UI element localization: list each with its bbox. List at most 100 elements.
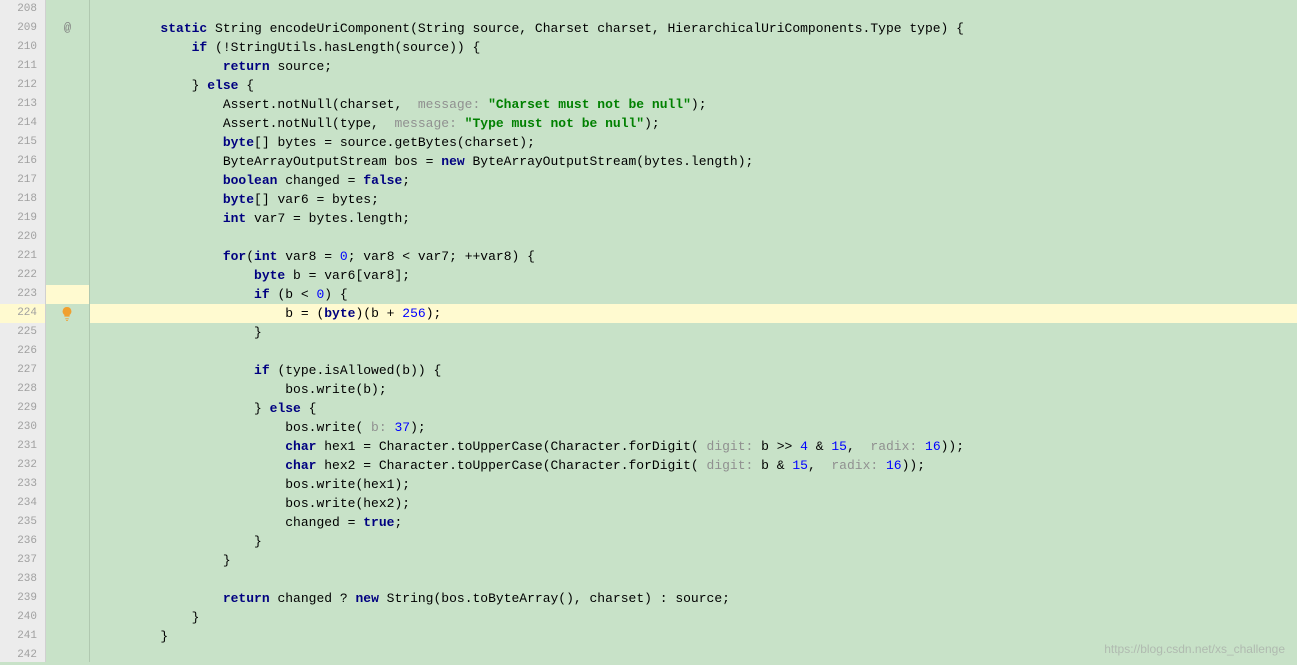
gutter-mark-row xyxy=(46,589,89,608)
gutter-mark-row xyxy=(46,133,89,152)
line-number: 214 xyxy=(0,114,45,133)
code-line[interactable]: static String encodeUriComponent(String … xyxy=(90,19,1297,38)
code-line[interactable]: bos.write( b: 37); xyxy=(90,418,1297,437)
code-token: digit: xyxy=(699,458,761,473)
override-icon[interactable]: @ xyxy=(64,21,71,35)
line-number: 218 xyxy=(0,190,45,209)
code-line[interactable]: bos.write(hex1); xyxy=(90,475,1297,494)
code-line[interactable]: boolean changed = false; xyxy=(90,171,1297,190)
code-token: ; var8 < var7; ++var8) { xyxy=(348,249,535,264)
code-line[interactable]: if (type.isAllowed(b)) { xyxy=(90,361,1297,380)
code-line[interactable] xyxy=(90,342,1297,361)
code-token: 16 xyxy=(925,439,941,454)
gutter-mark-row xyxy=(46,418,89,437)
indent xyxy=(98,287,254,302)
code-token: & xyxy=(808,439,831,454)
code-line[interactable]: char hex1 = Character.toUpperCase(Charac… xyxy=(90,437,1297,456)
line-number: 230 xyxy=(0,418,45,437)
code-line[interactable]: Assert.notNull(charset, message: "Charse… xyxy=(90,95,1297,114)
code-line[interactable]: ByteArrayOutputStream bos = new ByteArra… xyxy=(90,152,1297,171)
gutter-mark-row xyxy=(46,570,89,589)
code-token: static xyxy=(160,21,207,36)
line-number: 240 xyxy=(0,608,45,627)
code-token: ); xyxy=(691,97,707,112)
code-line[interactable]: byte b = var6[var8]; xyxy=(90,266,1297,285)
code-line[interactable]: byte[] bytes = source.getBytes(charset); xyxy=(90,133,1297,152)
code-line[interactable]: Assert.notNull(type, message: "Type must… xyxy=(90,114,1297,133)
code-token: ByteArrayOutputStream(bytes.length); xyxy=(465,154,754,169)
code-line[interactable]: if (!StringUtils.hasLength(source)) { xyxy=(90,38,1297,57)
indent xyxy=(98,249,223,264)
code-token: var7 = bytes.length; xyxy=(246,211,410,226)
code-line[interactable]: bos.write(hex2); xyxy=(90,494,1297,513)
code-line[interactable]: } xyxy=(90,608,1297,627)
code-line[interactable]: } xyxy=(90,551,1297,570)
lightbulb-icon[interactable] xyxy=(60,307,74,321)
code-token: } xyxy=(254,325,262,340)
code-line[interactable]: } xyxy=(90,532,1297,551)
line-number: 208 xyxy=(0,0,45,19)
gutter-mark-row xyxy=(46,437,89,456)
code-token: } xyxy=(192,78,208,93)
gutter-mark-row xyxy=(46,323,89,342)
gutter-mark-row xyxy=(46,171,89,190)
code-token: b = var6[var8]; xyxy=(285,268,410,283)
code-token: (b < xyxy=(270,287,317,302)
code-line[interactable] xyxy=(90,570,1297,589)
code-area[interactable]: static String encodeUriComponent(String … xyxy=(90,0,1297,662)
line-number: 229 xyxy=(0,399,45,418)
code-token: ByteArrayOutputStream bos = xyxy=(223,154,441,169)
code-token: new xyxy=(355,591,378,606)
code-line[interactable]: return changed ? new String(bos.toByteAr… xyxy=(90,589,1297,608)
code-line[interactable]: char hex2 = Character.toUpperCase(Charac… xyxy=(90,456,1297,475)
code-line[interactable]: byte[] var6 = bytes; xyxy=(90,190,1297,209)
code-token: byte xyxy=(223,135,254,150)
code-line[interactable]: if (b < 0) { xyxy=(90,285,1297,304)
code-line[interactable]: changed = true; xyxy=(90,513,1297,532)
code-line[interactable]: } else { xyxy=(90,76,1297,95)
gutter-mark-row: @ xyxy=(46,19,89,38)
code-token: radix: xyxy=(863,439,925,454)
gutter-mark-row xyxy=(46,95,89,114)
code-token: } xyxy=(160,629,168,644)
code-line[interactable]: } xyxy=(90,323,1297,342)
indent xyxy=(98,97,223,112)
code-line[interactable]: } else { xyxy=(90,399,1297,418)
line-number: 237 xyxy=(0,551,45,570)
indent xyxy=(98,268,254,283)
gutter-marks: @ xyxy=(46,0,90,662)
code-line[interactable]: for(int var8 = 0; var8 < var7; ++var8) { xyxy=(90,247,1297,266)
code-token: changed = xyxy=(285,515,363,530)
indent xyxy=(98,154,223,169)
code-token: ); xyxy=(644,116,660,131)
gutter-mark-row xyxy=(46,627,89,646)
indent xyxy=(98,211,223,226)
code-token: (!StringUtils.hasLength(source)) { xyxy=(207,40,480,55)
code-token: int xyxy=(254,249,277,264)
code-token: byte xyxy=(254,268,285,283)
code-token: { xyxy=(301,401,317,416)
code-token: b & xyxy=(761,458,792,473)
gutter-mark-row xyxy=(46,475,89,494)
line-number: 225 xyxy=(0,323,45,342)
code-token: } xyxy=(254,401,270,416)
gutter-mark-row xyxy=(46,361,89,380)
code-token: bos.write(hex2); xyxy=(285,496,410,511)
code-line[interactable] xyxy=(90,0,1297,19)
code-token: } xyxy=(254,534,262,549)
code-line[interactable]: int var7 = bytes.length; xyxy=(90,209,1297,228)
code-token: , xyxy=(808,458,824,473)
line-number: 222 xyxy=(0,266,45,285)
code-line[interactable] xyxy=(90,228,1297,247)
code-token: changed ? xyxy=(270,591,356,606)
gutter-mark-row xyxy=(46,399,89,418)
indent xyxy=(98,420,285,435)
code-token: ; xyxy=(394,515,402,530)
code-line[interactable]: b = (byte)(b + 256); xyxy=(90,304,1297,323)
code-line[interactable]: bos.write(b); xyxy=(90,380,1297,399)
code-token: String(bos.toByteArray(), charset) : sou… xyxy=(379,591,730,606)
code-token: else xyxy=(270,401,301,416)
code-token: 37 xyxy=(394,420,410,435)
code-line[interactable]: return source; xyxy=(90,57,1297,76)
indent xyxy=(98,382,285,397)
